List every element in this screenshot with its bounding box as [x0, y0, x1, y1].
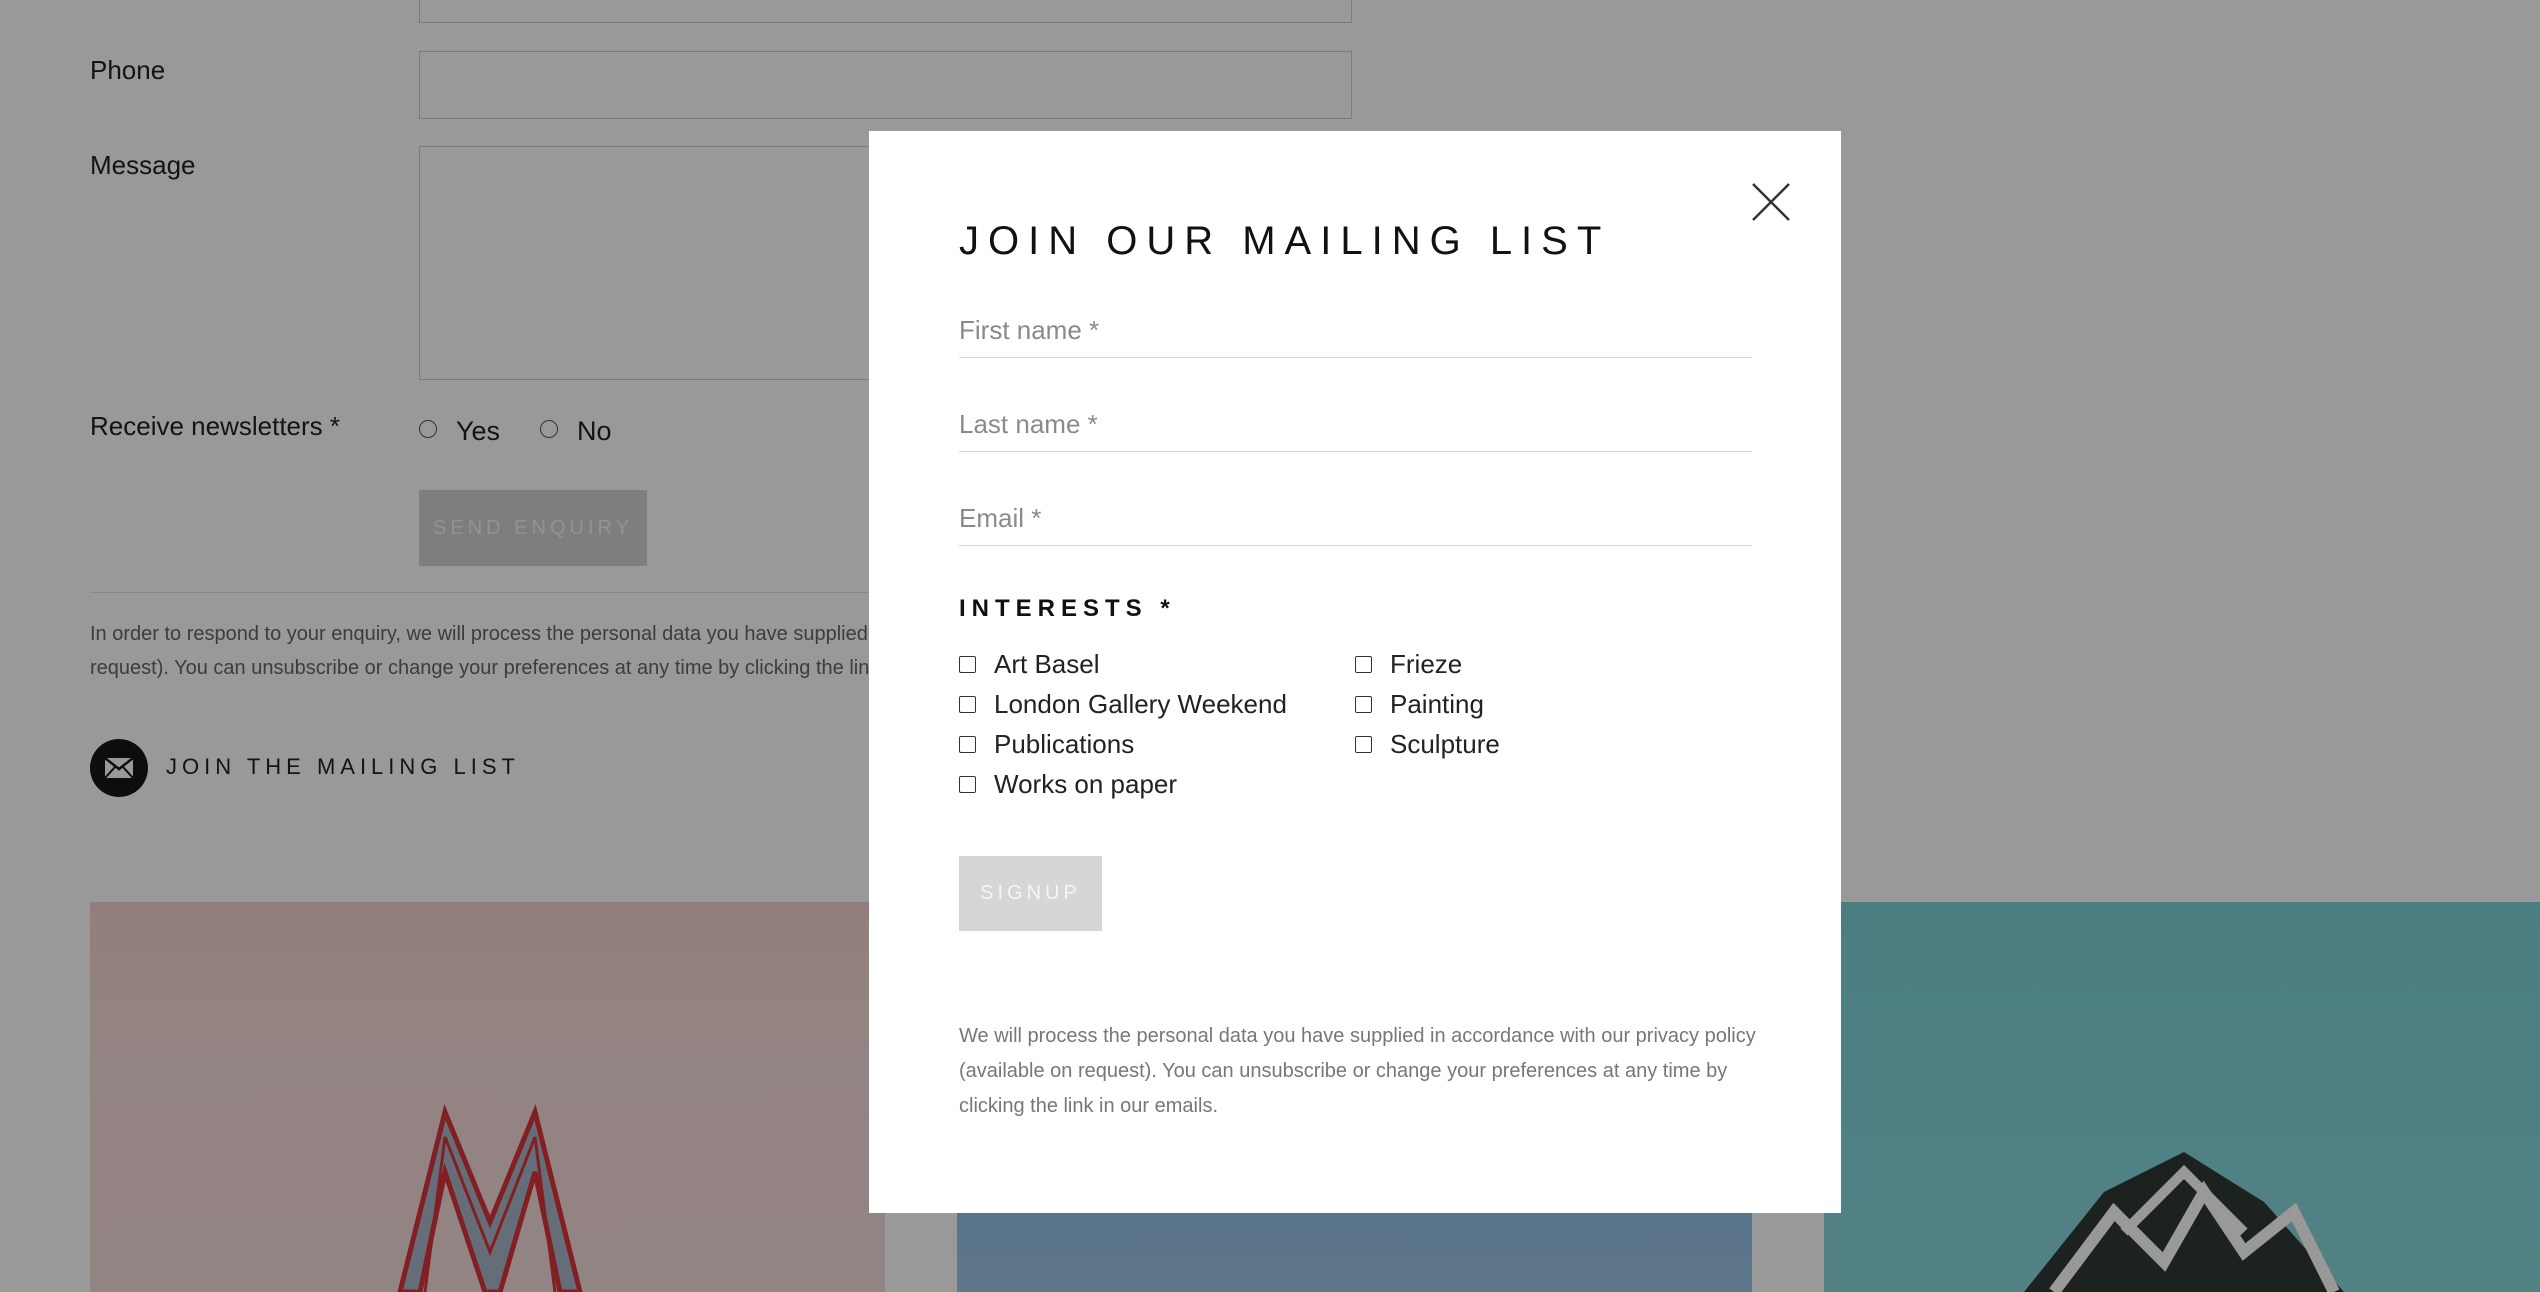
interest-checkbox-painting[interactable]: Painting — [1355, 689, 1484, 720]
privacy-line: We will process the personal data you ha… — [959, 1025, 1756, 1047]
mailing-list-modal: JOIN OUR MAILING LIST INTERESTS * Art Ba… — [869, 131, 1841, 1213]
checkbox[interactable] — [959, 656, 976, 673]
page: Phone Message Receive newsletters * Yes … — [0, 0, 2540, 1292]
checkbox[interactable] — [1355, 656, 1372, 673]
interest-label: Frieze — [1390, 649, 1463, 679]
interest-checkbox-sculpture[interactable]: Sculpture — [1355, 729, 1500, 760]
interest-label: London Gallery Weekend — [994, 689, 1287, 719]
signup-button[interactable]: SIGNUP — [959, 856, 1102, 931]
checkbox[interactable] — [959, 776, 976, 793]
checkbox[interactable] — [959, 696, 976, 713]
interest-checkbox-works-on-paper[interactable]: Works on paper — [959, 769, 1177, 800]
interest-label: Sculpture — [1390, 729, 1500, 759]
interest-checkbox-publications[interactable]: Publications — [959, 729, 1134, 760]
interest-label: Painting — [1390, 689, 1484, 719]
interest-label: Publications — [994, 729, 1135, 759]
interest-checkbox-frieze[interactable]: Frieze — [1355, 649, 1462, 680]
email-input[interactable] — [959, 491, 1752, 546]
privacy-line: (available on request). You can unsubscr… — [959, 1060, 1728, 1082]
privacy-line: clicking the link in our emails. — [959, 1095, 1218, 1117]
modal-title: JOIN OUR MAILING LIST — [959, 219, 1611, 263]
first-name-input[interactable] — [959, 303, 1752, 358]
checkbox[interactable] — [1355, 736, 1372, 753]
interest-label: Works on paper — [994, 769, 1178, 799]
close-icon[interactable] — [1750, 181, 1792, 223]
interest-checkbox-london-gallery-weekend[interactable]: London Gallery Weekend — [959, 689, 1287, 720]
interests-heading: INTERESTS * — [959, 595, 1176, 622]
modal-privacy-text: We will process the personal data you ha… — [959, 1019, 1759, 1124]
checkbox[interactable] — [1355, 696, 1372, 713]
interest-label: Art Basel — [994, 649, 1100, 679]
checkbox[interactable] — [959, 736, 976, 753]
interest-checkbox-art-basel[interactable]: Art Basel — [959, 649, 1100, 680]
last-name-input[interactable] — [959, 397, 1752, 452]
